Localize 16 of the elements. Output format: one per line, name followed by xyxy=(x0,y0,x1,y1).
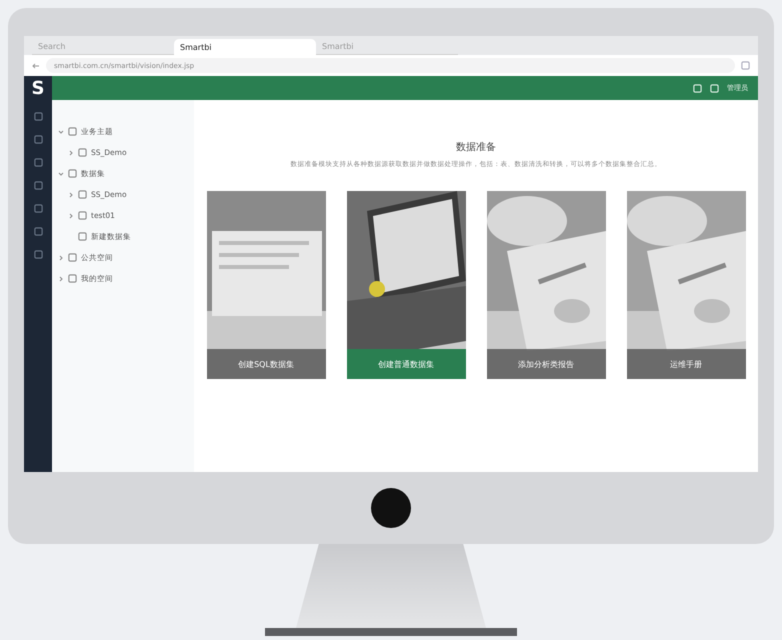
expand-toggle-icon[interactable] xyxy=(58,128,64,134)
expand-toggle-icon[interactable] xyxy=(58,276,64,282)
camera-dot xyxy=(371,488,411,528)
expand-toggle-icon[interactable] xyxy=(68,150,74,156)
expand-toggle-icon[interactable] xyxy=(58,254,64,260)
card-label[interactable]: 添加分析类报告 xyxy=(486,349,606,379)
expand-toggle-icon[interactable] xyxy=(58,170,64,176)
section-title: 数据准备 xyxy=(456,140,496,154)
card-label[interactable]: 运维手册 xyxy=(626,349,746,379)
expand-toggle-icon[interactable] xyxy=(68,192,74,198)
back-icon[interactable] xyxy=(32,62,40,70)
card-label[interactable]: 创建普通数据集 xyxy=(346,349,466,379)
browser-tab[interactable]: Smartbi xyxy=(174,39,316,55)
expand-toggle-icon[interactable] xyxy=(68,212,74,218)
card-label[interactable]: 创建SQL数据集 xyxy=(206,349,326,379)
app-logo: S xyxy=(24,76,52,100)
